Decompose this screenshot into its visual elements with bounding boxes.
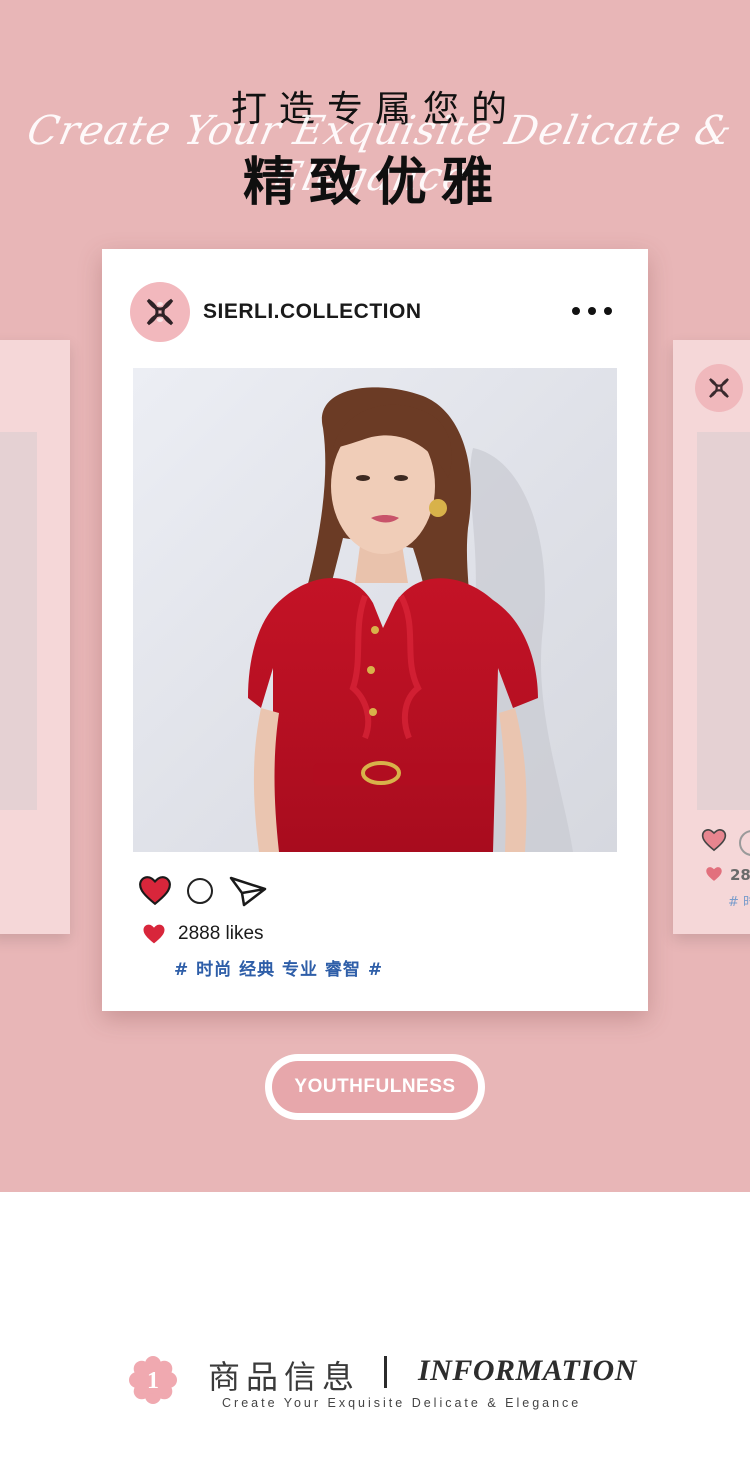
title-divider <box>384 1356 387 1388</box>
more-horizontal-icon[interactable] <box>572 305 612 317</box>
avatar[interactable] <box>130 282 190 342</box>
info-subtitle: Create Your Exquisite Delicate & Eleganc… <box>222 1396 582 1410</box>
post-actions <box>138 875 278 911</box>
model-photo-illustration <box>248 387 573 852</box>
side-card-image <box>0 432 37 810</box>
post-hashtags[interactable]: # 时尚 经典 专业 睿智 # <box>174 955 383 980</box>
heart-outline-icon[interactable] <box>701 828 727 852</box>
hero-title-main: 精致优雅 <box>242 153 507 213</box>
info-number: 1 <box>147 1368 159 1394</box>
hashtags-partial: # 时 <box>728 895 750 910</box>
brand-logo-icon <box>146 298 174 326</box>
send-icon[interactable] <box>228 875 268 907</box>
post-image[interactable] <box>133 368 617 852</box>
info-title-en: INFORMATION <box>418 1354 637 1387</box>
side-card-left[interactable] <box>0 340 70 934</box>
heart-filled-icon[interactable] <box>138 875 172 906</box>
info-title-cn: 商品信息 <box>208 1358 361 1396</box>
heart-small-icon <box>143 924 165 944</box>
flower-number-icon: 1 <box>129 1356 177 1404</box>
brand-logo-icon <box>695 364 743 412</box>
likes-count-partial: 288 <box>730 866 750 884</box>
likes-row: 2888 likes <box>142 919 264 949</box>
badge-label: YOUTHFULNESS <box>272 1061 478 1113</box>
heart-small-icon <box>706 867 722 881</box>
youthfulness-badge: YOUTHFULNESS <box>265 1054 485 1120</box>
comment-icon[interactable] <box>739 830 750 856</box>
likes-count[interactable]: 2888 likes <box>178 923 264 945</box>
hero-section: 打造专属您的 Create Your Exquisite Delicate & … <box>0 0 750 1192</box>
comment-icon[interactable] <box>187 878 213 904</box>
post-username[interactable]: SIERLI.COLLECTION <box>203 300 422 324</box>
side-card-right[interactable]: 288 # 时 <box>673 340 750 934</box>
side-card-image <box>697 432 750 810</box>
post-card: SIERLI.COLLECTION 2888 likes # 时尚 经典 专业 … <box>102 249 648 1011</box>
